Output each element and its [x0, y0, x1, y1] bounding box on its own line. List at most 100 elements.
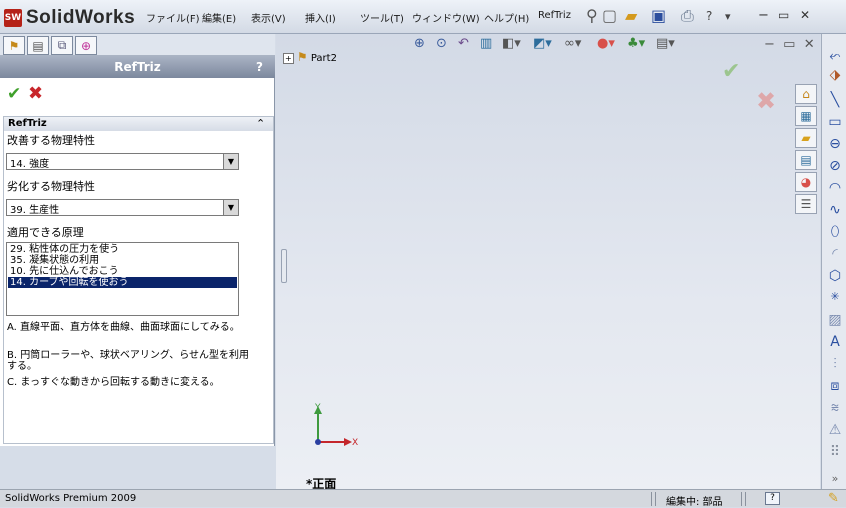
- feature-manager-tab-icon[interactable]: ⚑: [3, 36, 25, 55]
- sketch-icon[interactable]: ⬗: [825, 67, 845, 83]
- trim-icon[interactable]: ⩬: [825, 400, 845, 416]
- zoom-fit-icon[interactable]: ⊕: [414, 36, 425, 51]
- description-c: C. まっすぐな動きから回転する動きに変える。: [7, 377, 220, 388]
- help-icon[interactable]: ?: [765, 492, 780, 505]
- pencil-icon[interactable]: ✎: [828, 491, 839, 506]
- minimize-icon[interactable]: −: [758, 8, 769, 23]
- property-manager-tab-icon[interactable]: ▤: [27, 36, 49, 55]
- task-pane-tabs: ⌂ ▦ ▰ ▤ ◕ ☰: [795, 84, 821, 224]
- improve-select[interactable]: 14. 強度 ▼: [6, 153, 239, 170]
- menu-bar: SW SolidWorks ファイル(F) 編集(E) 表示(V) 挿入(I) …: [0, 0, 846, 34]
- mirror-icon[interactable]: ⫶: [825, 356, 845, 372]
- smart-dimension-icon[interactable]: ⬿: [825, 48, 845, 64]
- group-header[interactable]: RefTriz ⌃: [4, 117, 273, 131]
- spline-icon[interactable]: ∿: [825, 202, 845, 218]
- confirm-cancel-icon[interactable]: ✖: [756, 87, 776, 115]
- principles-list[interactable]: 29. 粘性体の圧力を使う 35. 凝集状態の利用 10. 先に仕込んでおこう …: [6, 242, 239, 316]
- circle-icon[interactable]: ⊘: [825, 158, 845, 174]
- list-item[interactable]: 29. 粘性体の圧力を使う: [8, 244, 237, 255]
- previous-view-icon[interactable]: ↶: [458, 36, 469, 51]
- scene-icon[interactable]: ♣▾: [627, 36, 645, 51]
- chevron-down-icon[interactable]: »: [825, 472, 845, 485]
- dimxpert-tab-icon[interactable]: ⊕: [75, 36, 97, 55]
- feature-tree-flyout[interactable]: + ⚑ Part2: [283, 50, 337, 64]
- worsen-value: 39. 生産性: [10, 205, 60, 216]
- restore-icon[interactable]: ▭: [778, 8, 789, 22]
- panel-header: RefTriz ?: [0, 56, 275, 78]
- menu-reftriz[interactable]: RefTriz: [538, 10, 571, 21]
- menu-file[interactable]: ファイル(F): [146, 10, 200, 25]
- list-item-selected[interactable]: 14. カーブや回転を使おう: [8, 277, 237, 288]
- open-folder-icon[interactable]: ▰: [625, 6, 637, 25]
- line-icon[interactable]: ╲: [825, 92, 845, 108]
- rectangle-icon[interactable]: ▭: [825, 114, 845, 130]
- point-icon[interactable]: ✳: [825, 290, 845, 303]
- menu-tools[interactable]: ツール(T): [360, 10, 404, 25]
- status-separator: [651, 492, 652, 506]
- offset-icon[interactable]: ⧈: [825, 378, 845, 394]
- new-document-icon[interactable]: ▢: [602, 6, 617, 25]
- app-logo: SW SolidWorks: [4, 7, 135, 29]
- display-style-icon[interactable]: ◩▾: [533, 36, 552, 51]
- axis-triad: Y X: [314, 403, 358, 448]
- z-axis-point: [315, 439, 321, 445]
- collapse-chevron-icon[interactable]: ⌃: [256, 117, 265, 130]
- chevron-down-icon[interactable]: ▼: [223, 200, 238, 215]
- text-icon[interactable]: A: [825, 334, 845, 350]
- chevron-down-icon[interactable]: ▼: [223, 154, 238, 169]
- help-icon[interactable]: ?: [706, 9, 712, 23]
- view-orientation-icon[interactable]: ◧▾: [502, 36, 521, 51]
- principles-label: 適用できる原理: [7, 226, 84, 239]
- home-icon[interactable]: ⌂: [795, 84, 817, 104]
- view-settings-icon[interactable]: ▤▾: [656, 36, 675, 51]
- menu-edit[interactable]: 編集(E): [202, 10, 236, 25]
- status-separator: [655, 492, 656, 506]
- property-manager-panel: ⚑ ▤ ⧉ ⊕ RefTriz ? ✔ ✖ RefTriz ⌃ 改善する物理特性…: [0, 34, 275, 446]
- status-separator: [741, 492, 742, 506]
- x-axis-arrow: [344, 438, 352, 446]
- warning-icon[interactable]: ⚠: [825, 422, 845, 438]
- confirm-ok-icon[interactable]: ✔: [722, 59, 740, 84]
- part-icon: ⚑: [296, 50, 308, 64]
- menu-insert[interactable]: 挿入(I): [305, 10, 336, 25]
- description-a: A. 直線平面、直方体を曲線、曲面球面にしてみる。: [7, 322, 240, 333]
- status-bar: SolidWorks Premium 2009 編集中: 部品 ? ✎: [0, 489, 846, 508]
- tree-part-name: Part2: [310, 53, 337, 64]
- pin-icon[interactable]: ⚲: [586, 6, 598, 25]
- list-item[interactable]: 10. 先に仕込んでおこう: [8, 266, 237, 277]
- menu-window[interactable]: ウィンドウ(W): [412, 10, 480, 25]
- ellipse-icon[interactable]: ⬯: [825, 224, 845, 240]
- polygon-icon[interactable]: ⬡: [825, 268, 845, 284]
- document-window-controls[interactable]: − ▭ ✕: [764, 37, 815, 52]
- fillet-icon[interactable]: ◜: [825, 246, 845, 262]
- grid-icon[interactable]: ⠿: [825, 444, 845, 460]
- print-icon[interactable]: ⎙: [681, 6, 694, 26]
- close-icon[interactable]: ✕: [800, 8, 810, 22]
- file-explorer-icon[interactable]: ▰: [795, 128, 817, 148]
- view-palette-icon[interactable]: ▤: [795, 150, 817, 170]
- panel-splitter-handle[interactable]: [281, 249, 287, 283]
- hide-show-icon[interactable]: ∞▾: [564, 36, 581, 51]
- arc-icon[interactable]: ◠: [825, 180, 845, 196]
- cancel-x-icon[interactable]: ✖: [28, 83, 43, 104]
- configuration-manager-tab-icon[interactable]: ⧉: [51, 36, 73, 55]
- section-view-icon[interactable]: ▥: [480, 36, 492, 51]
- menu-view[interactable]: 表示(V): [251, 10, 286, 25]
- zoom-area-icon[interactable]: ⊙: [436, 36, 447, 51]
- slot-icon[interactable]: ⊖: [825, 136, 845, 152]
- ok-checkmark-icon[interactable]: ✔: [7, 84, 21, 104]
- list-item[interactable]: 35. 凝集状態の利用: [8, 255, 237, 266]
- worsen-label: 劣化する物理特性: [7, 180, 95, 193]
- save-icon[interactable]: ▣: [651, 6, 666, 25]
- design-library-icon[interactable]: ▦: [795, 106, 817, 126]
- expand-icon[interactable]: +: [283, 53, 294, 64]
- custom-properties-icon[interactable]: ☰: [795, 194, 817, 214]
- centerline-icon[interactable]: ▨: [825, 312, 845, 328]
- worsen-select[interactable]: 39. 生産性 ▼: [6, 199, 239, 216]
- app-name: SolidWorks: [26, 7, 136, 28]
- appearances-icon[interactable]: ◕: [795, 172, 817, 192]
- chevron-down-icon[interactable]: ▾: [725, 10, 731, 23]
- menu-help[interactable]: ヘルプ(H): [484, 10, 529, 25]
- appearance-icon[interactable]: ●▾: [597, 36, 615, 51]
- panel-help-button[interactable]: ?: [256, 60, 263, 74]
